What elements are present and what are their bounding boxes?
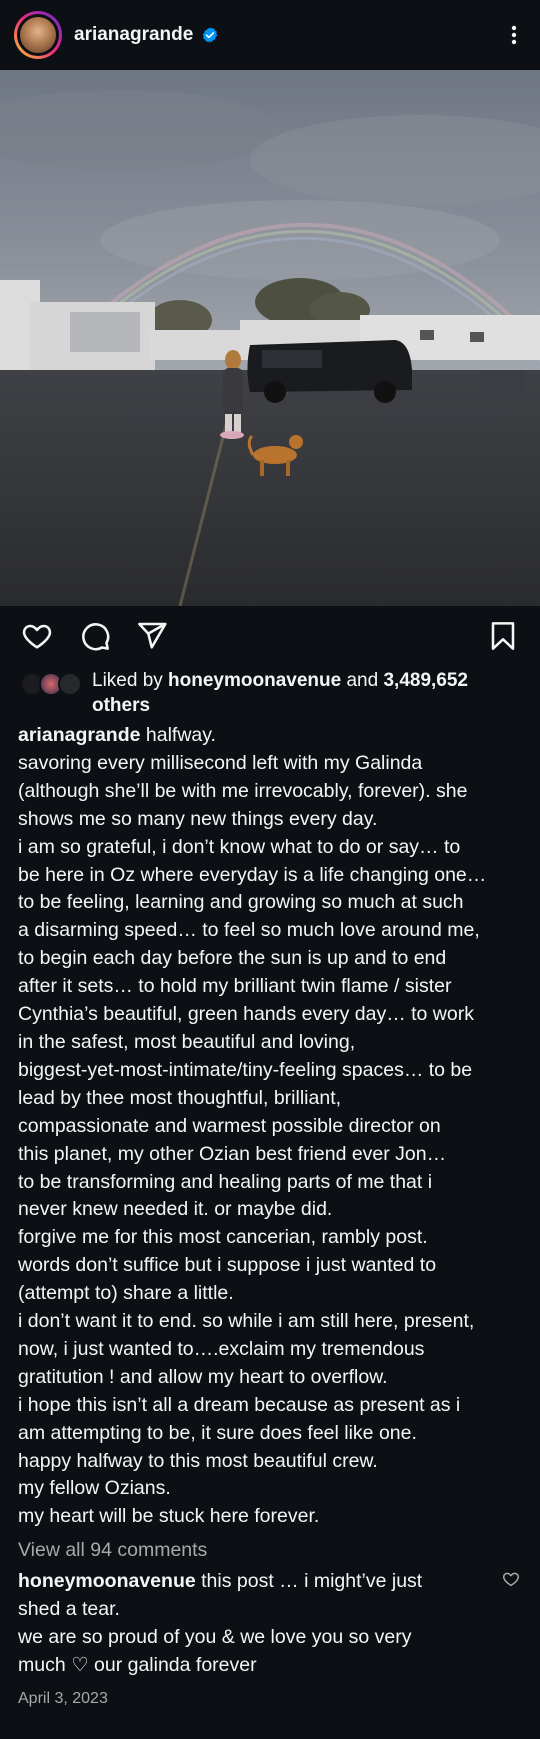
caption-line: to begin each day before the sun is up a… — [18, 947, 447, 970]
likes-middle: and — [341, 670, 384, 691]
caption-line: be here in Oz where everyday is a life c… — [18, 863, 487, 886]
username[interactable]: arianagrande — [74, 24, 193, 46]
bookmark-icon[interactable] — [487, 620, 519, 652]
post-image[interactable] — [0, 70, 540, 606]
caption-line: never knew needed it. or maybe did. — [18, 1198, 333, 1221]
comment-icon[interactable] — [79, 620, 111, 652]
caption-line: shows me so many new things every day. — [18, 807, 378, 830]
likes-prefix: Liked by — [92, 670, 169, 691]
caption-line: gratitution ! and allow my heart to over… — [18, 1365, 388, 1388]
caption-line: biggest-yet-most-intimate/tiny-feeling s… — [18, 1058, 473, 1081]
view-all-comments-link[interactable]: View all 94 comments — [18, 1539, 207, 1562]
liked-by-username[interactable]: honeymoonavenue — [168, 670, 341, 691]
caption-line: now, i just wanted to….exclaim my tremen… — [18, 1337, 425, 1360]
more-vertical-icon[interactable] — [502, 23, 526, 47]
avatar-image — [17, 14, 59, 56]
caption-line: to be transforming and healing parts of … — [18, 1170, 433, 1193]
likes-others[interactable]: others — [92, 695, 150, 716]
caption-line: this planet, my other Ozian best friend … — [18, 1142, 447, 1165]
caption-line: (although she’ll be with me irrevocably,… — [18, 779, 468, 802]
caption-line: i am so grateful, i don’t know what to d… — [18, 835, 461, 858]
caption-line: happy halfway to this most beautiful cre… — [18, 1449, 378, 1472]
caption-line: savoring every millisecond left with my … — [18, 751, 423, 774]
caption-line: i hope this isn’t all a dream because as… — [18, 1393, 461, 1416]
caption-line: in the safest, most beautiful and loving… — [18, 1030, 356, 1053]
post-header: arianagrande — [0, 0, 540, 70]
top-comment: honeymoonavenue this post … i might’ve j… — [18, 1568, 488, 1680]
caption-line: Cynthia’s beautiful, green hands every d… — [18, 1003, 474, 1026]
caption-line: compassionate and warmest possible direc… — [18, 1114, 441, 1137]
heart-icon[interactable] — [21, 620, 53, 652]
comment-first-line: honeymoonavenue this post … i might’ve j… — [18, 1568, 488, 1596]
action-bar — [0, 616, 540, 656]
liker-avatars — [20, 672, 82, 698]
caption-first-text: halfway. — [140, 724, 216, 746]
comment-line: we are so proud of you & we love you so … — [18, 1625, 412, 1648]
verified-badge-icon — [203, 27, 218, 43]
caption-first-line: arianagrande halfway. — [18, 722, 528, 750]
caption-line: my fellow Ozians. — [18, 1477, 171, 1500]
caption-line: after it sets… to hold my brilliant twin… — [18, 975, 452, 998]
caption-line: to be feeling, learning and growing so m… — [18, 891, 464, 914]
send-icon[interactable] — [136, 620, 168, 652]
comment-line: shed a tear. — [18, 1597, 120, 1620]
caption-line: (attempt to) share a little. — [18, 1282, 234, 1305]
liker-avatar — [58, 672, 82, 696]
caption-line: i don’t want it to end. so while i am st… — [18, 1310, 475, 1333]
likes-text: Liked by honeymoonavenue and 3,489,652 o… — [92, 668, 468, 718]
caption-line: words don’t suffice but i suppose i just… — [18, 1254, 437, 1277]
post-caption: arianagrande halfway. savoring every mil… — [18, 722, 528, 1531]
caption-line: am attempting to be, it sure does feel l… — [18, 1421, 417, 1444]
post-date: April 3, 2023 — [18, 1690, 108, 1707]
profile-avatar[interactable] — [14, 11, 62, 59]
caption-author[interactable]: arianagrande — [18, 724, 140, 746]
comment-first-text: this post … i might’ve just — [195, 1570, 423, 1592]
caption-line: forgive me for this most cancerian, ramb… — [18, 1226, 428, 1249]
likes-summary[interactable]: Liked by honeymoonavenue and 3,489,652 o… — [20, 668, 530, 718]
caption-line: a disarming speed… to feel so much love … — [18, 919, 480, 942]
caption-line: lead by thee most thoughtful, brilliant, — [18, 1086, 342, 1109]
photo-rainbow-scene — [0, 70, 540, 606]
heart-outline-small-icon[interactable] — [502, 1570, 520, 1588]
caption-line: my heart will be stuck here forever. — [18, 1505, 320, 1528]
likes-count[interactable]: 3,489,652 — [383, 670, 468, 691]
comment-line: much ♡ our galinda forever — [18, 1653, 257, 1676]
comment-author[interactable]: honeymoonavenue — [18, 1570, 196, 1592]
